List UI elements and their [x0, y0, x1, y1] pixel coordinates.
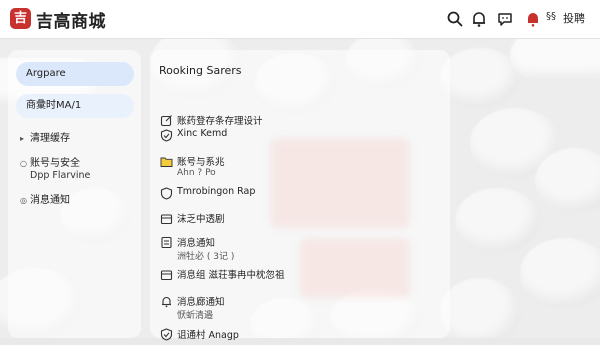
doc-icon — [160, 234, 173, 249]
sidebar-item-sub: Dpp Flarvine — [30, 170, 91, 181]
folder-icon — [160, 153, 173, 167]
row-title: 沫乏中透剧 — [177, 214, 225, 225]
sidebar-second-button[interactable]: 商彙时MA/1 — [16, 94, 134, 118]
app-header: 吉 吉高商城 §§ 投聘 — [0, 0, 600, 39]
edit-icon — [160, 112, 173, 127]
row-title: 消息通知 — [177, 238, 216, 249]
caret-icon: ▸ — [20, 134, 25, 143]
tray-icon — [160, 266, 173, 281]
main-panel: Rooking Sarers 账药登存条存理设计 Xinc Kemd 账号与系兆… — [150, 50, 450, 341]
row-title: Tmrobingon Rap — [177, 186, 256, 197]
row-title: 账号与系兆 — [177, 157, 225, 168]
check-shield-icon — [160, 127, 173, 142]
auth-link[interactable]: 投聘 — [563, 10, 585, 26]
bell-icon — [160, 293, 173, 308]
row-subtitle: 洲牡必 ( 3记 ) — [177, 252, 235, 262]
row-title: Xinc Kemd — [177, 128, 228, 139]
sidebar-item-notifications[interactable]: ◎ 消息通知 — [20, 191, 70, 206]
notification-count: §§ — [546, 11, 556, 22]
sidebar-top-button[interactable]: Argpare — [16, 62, 134, 86]
circle-icon: ○ — [20, 159, 27, 168]
shield-icon — [160, 185, 173, 200]
app-title[interactable]: 吉高商城 — [36, 7, 106, 32]
sidebar-item-account-security[interactable]: ○ 账号与安全 — [20, 154, 80, 169]
chat-icon[interactable] — [496, 10, 514, 28]
logo-icon[interactable]: 吉 — [10, 8, 31, 29]
notification-icon[interactable] — [524, 10, 542, 28]
tray-icon — [160, 210, 173, 225]
sidebar-item-label: 清理缓存 — [30, 133, 70, 144]
row-title: 账药登存条存理设计 — [177, 116, 263, 127]
sidebar-item-label: 消息通知 — [30, 195, 70, 206]
sidebar-item-label: 账号与安全 — [30, 158, 80, 169]
row-title: 诅通村 Anagp — [177, 330, 239, 341]
check-shield-icon — [160, 326, 173, 341]
bell-icon[interactable] — [470, 10, 488, 28]
sidebar-item-clear-cache[interactable]: ▸ 清理缓存 — [20, 129, 70, 144]
sidebar: Argpare 商彙时MA/1 ▸ 清理缓存 ○ 账号与安全 Dpp Flarvin… — [8, 50, 141, 338]
search-icon[interactable] — [446, 10, 464, 28]
row-subtitle: Ahn ? Po — [177, 168, 216, 178]
row-title: 消息组 滋荘事冉中枕忽祖 — [177, 270, 285, 281]
page-title: Rooking Sarers — [159, 64, 242, 77]
dot-circle-icon: ◎ — [20, 196, 27, 205]
row-subtitle: 恹蚚清邉 — [177, 311, 214, 321]
row-title: 消息廊通知 — [177, 297, 225, 308]
